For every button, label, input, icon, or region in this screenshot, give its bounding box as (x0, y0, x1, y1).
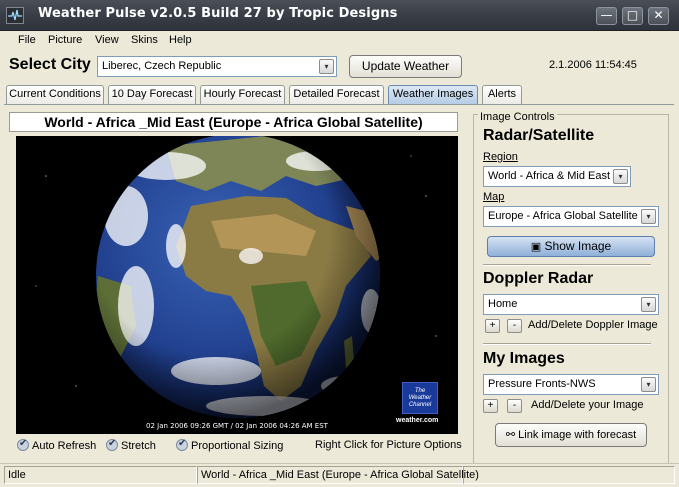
tab-alerts[interactable]: Alerts (482, 85, 522, 104)
status-image-name: World - Africa _Mid East (Europe - Afric… (197, 466, 479, 484)
weather-channel-logo: The Weather Channel (402, 382, 438, 414)
tab-10-day-forecast[interactable]: 10 Day Forecast (108, 85, 196, 104)
window-title: Weather Pulse v2.0.5 Build 27 by Tropic … (38, 6, 398, 21)
tab-panel-border (4, 104, 674, 105)
my-images-value: Pressure Fronts-NWS (488, 378, 596, 390)
proportional-sizing-label: Proportional Sizing (191, 440, 284, 452)
menu-help[interactable]: Help (169, 34, 192, 46)
map-label: Map (483, 191, 505, 203)
update-weather-button[interactable]: Update Weather (349, 55, 462, 78)
satellite-image[interactable]: The Weather Channel weather.com 02 Jan 2… (16, 136, 458, 434)
separator (483, 264, 651, 266)
region-label: Region (483, 151, 518, 163)
camera-icon: ▣ (530, 241, 542, 253)
tab-detailed-forecast[interactable]: Detailed Forecast (289, 85, 384, 104)
auto-refresh-checkbox[interactable]: Auto Refresh (17, 438, 97, 452)
select-city-label: Select City (9, 56, 91, 73)
chevron-down-icon[interactable]: ▾ (641, 297, 656, 312)
delete-image-button[interactable]: - (507, 399, 522, 413)
map-select[interactable]: Europe - Africa Global Satellite ▾ (483, 206, 659, 227)
region-select[interactable]: World - Africa & Mid East ▾ (483, 166, 631, 187)
chevron-down-icon[interactable]: ▾ (641, 209, 656, 224)
maximize-button[interactable]: □ (622, 7, 643, 25)
city-value: Liberec, Czech Republic (102, 60, 222, 72)
region-value: World - Africa & Mid East (488, 170, 611, 182)
image-title: World - Africa _Mid East (Europe - Afric… (9, 112, 458, 132)
menu-picture[interactable]: Picture (48, 34, 82, 46)
image-controls-legend: Image Controls (478, 111, 557, 123)
menu-view[interactable]: View (95, 34, 119, 46)
add-image-button[interactable]: + (483, 399, 498, 413)
city-select[interactable]: Liberec, Czech Republic ▾ (97, 56, 337, 77)
map-value: Europe - Africa Global Satellite (488, 210, 638, 222)
show-image-label: Show Image (544, 239, 612, 253)
menu-file[interactable]: File (18, 34, 36, 46)
doppler-add-delete-label: Add/Delete Doppler Image (528, 319, 658, 331)
close-button[interactable]: ✕ (648, 7, 669, 25)
tab-weather-images[interactable]: Weather Images (388, 85, 478, 104)
my-images-select[interactable]: Pressure Fronts-NWS ▾ (483, 374, 659, 395)
status-empty-cell (463, 466, 675, 484)
status-bar: Idle World - Africa _Mid East (Europe - … (0, 463, 679, 487)
title-bar[interactable]: Weather Pulse v2.0.5 Build 27 by Tropic … (0, 0, 679, 31)
picture-options-hint: Right Click for Picture Options (315, 439, 462, 451)
image-timestamp: 02 Jan 2006 09:26 GMT / 02 Jan 2006 04:2… (146, 422, 328, 430)
tab-hourly-forecast[interactable]: Hourly Forecast (200, 85, 285, 104)
doppler-value: Home (488, 298, 518, 310)
my-images-add-delete-label: Add/Delete your Image (531, 399, 644, 411)
check-icon (17, 438, 29, 451)
check-icon (106, 438, 118, 451)
app-icon[interactable] (6, 7, 24, 24)
radar-satellite-heading: Radar/Satellite (483, 127, 595, 144)
doppler-radar-heading: Doppler Radar (483, 270, 594, 287)
tab-current-conditions[interactable]: Current Conditions (6, 85, 104, 104)
link-image-label: Link image with forecast (518, 429, 637, 441)
menu-skins[interactable]: Skins (131, 34, 158, 46)
chevron-down-icon[interactable]: ▾ (319, 59, 334, 74)
check-icon (176, 438, 188, 451)
delete-doppler-button[interactable]: - (507, 319, 522, 333)
link-icon: ⚯ (505, 429, 516, 441)
stretch-checkbox[interactable]: Stretch (106, 438, 156, 452)
my-images-heading: My Images (483, 350, 565, 367)
globe-graphic (35, 136, 437, 418)
separator (483, 343, 651, 345)
proportional-sizing-checkbox[interactable]: Proportional Sizing (176, 438, 284, 452)
chevron-down-icon[interactable]: ▾ (641, 377, 656, 392)
minimize-button[interactable]: — (596, 7, 617, 25)
doppler-select[interactable]: Home ▾ (483, 294, 659, 315)
chevron-down-icon[interactable]: ▾ (613, 169, 628, 184)
auto-refresh-label: Auto Refresh (32, 440, 97, 452)
stretch-label: Stretch (121, 440, 156, 452)
menu-bar: File Picture View Skins Help (0, 31, 679, 50)
datetime-display: 2.1.2006 11:54:45 (549, 59, 637, 71)
show-image-button[interactable]: ▣ Show Image (487, 236, 655, 257)
link-image-button[interactable]: ⚯ Link image with forecast (495, 423, 647, 447)
status-text: Idle (4, 466, 197, 484)
add-doppler-button[interactable]: + (485, 319, 500, 333)
